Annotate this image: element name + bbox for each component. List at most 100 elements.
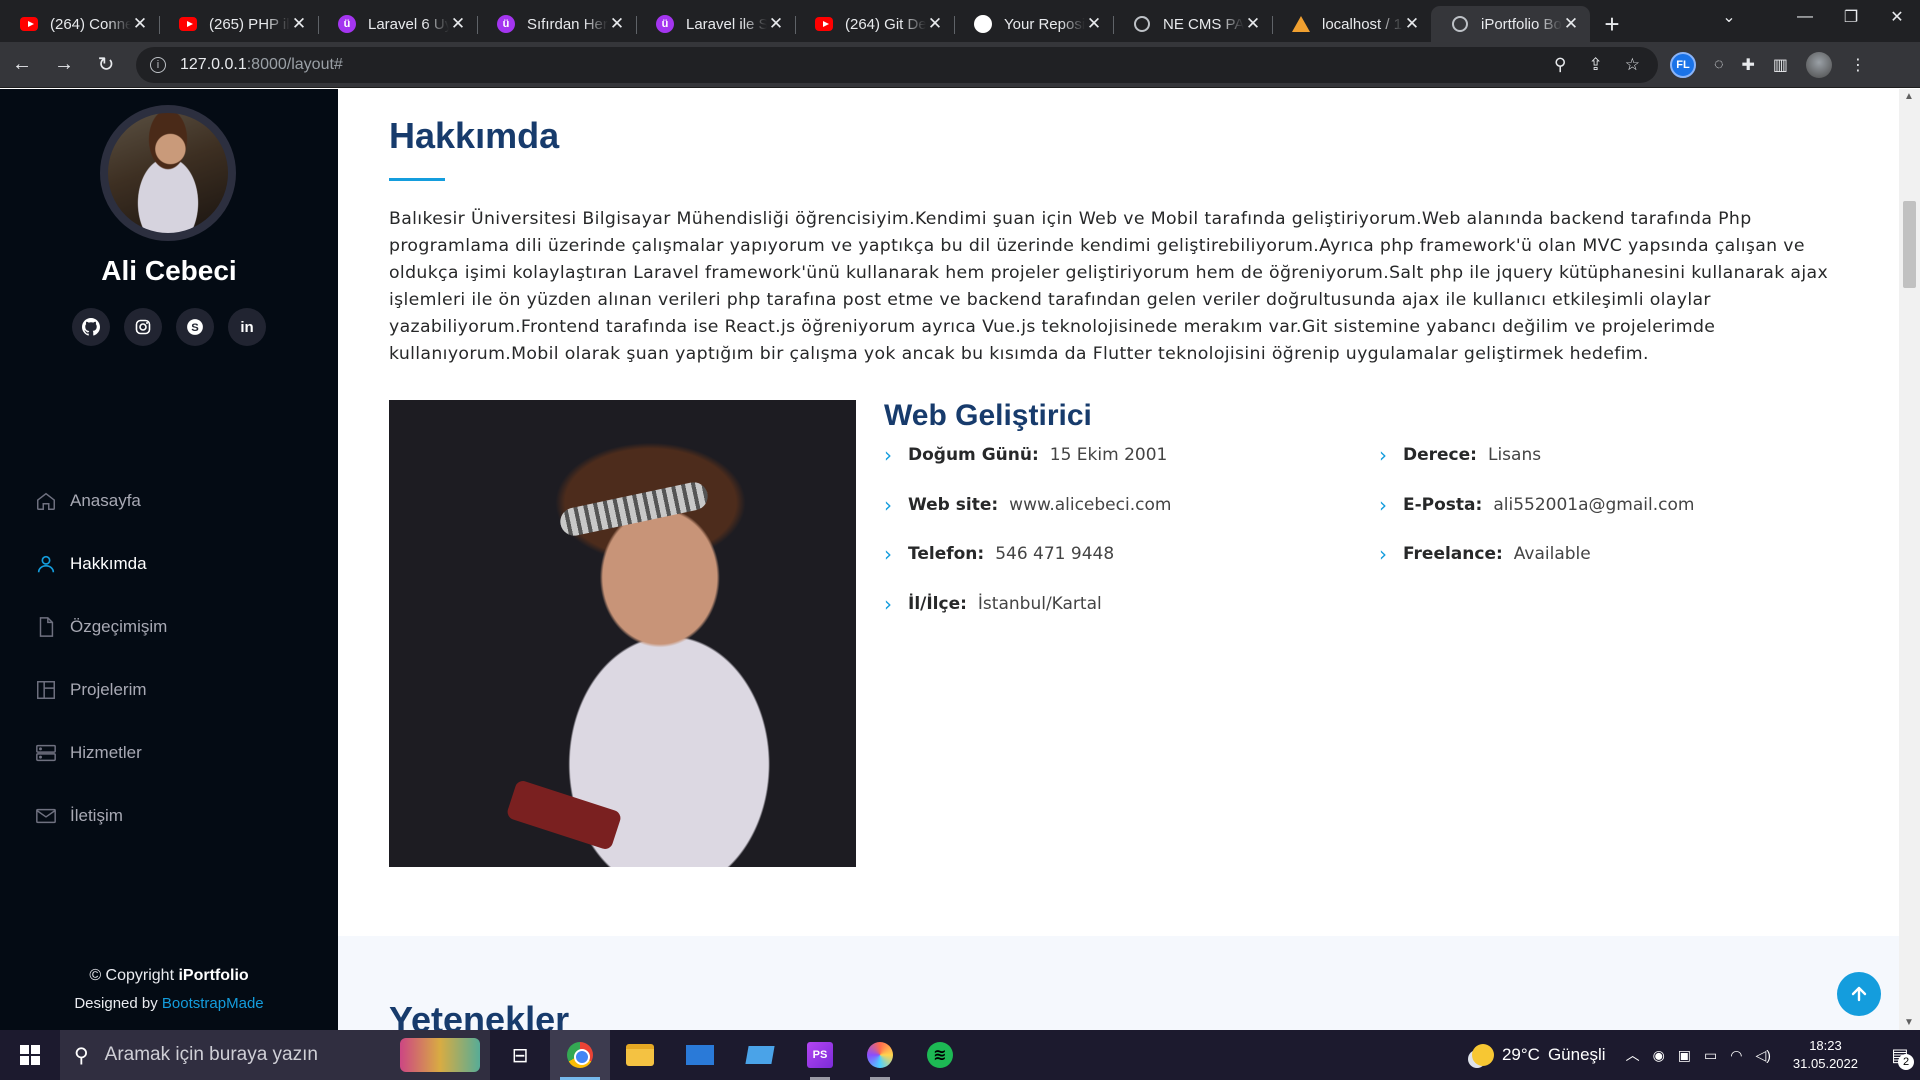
browser-tab[interactable]: (264) Git Dersleri✕ — [795, 6, 954, 42]
nav-item-iletisim[interactable]: İletişim — [34, 784, 167, 847]
browser-tab[interactable]: localhost / 127✕ — [1272, 6, 1431, 42]
taskbar-spotify[interactable]: ≋ — [910, 1030, 970, 1080]
paint-icon — [867, 1042, 893, 1068]
close-tab-icon[interactable]: ✕ — [767, 14, 785, 34]
close-tab-icon[interactable]: ✕ — [1562, 14, 1580, 34]
browser-tab[interactable]: Your Repositories✕ — [954, 6, 1113, 42]
globe-icon — [1133, 15, 1151, 33]
taskbar-this-pc[interactable] — [730, 1030, 790, 1080]
volume-icon[interactable]: ◁) — [1755, 1047, 1770, 1064]
chevron-right-icon: › — [1379, 542, 1387, 566]
close-window-button[interactable]: ✕ — [1874, 0, 1920, 34]
taskbar-phpstorm[interactable]: PS — [790, 1030, 850, 1080]
back-button[interactable]: ← — [2, 45, 42, 85]
profile-photo — [100, 105, 236, 241]
scrollbar-thumb[interactable] — [1903, 201, 1916, 288]
info-birthday: › Doğum Günü: 15 Ekim 2001 — [884, 443, 1168, 467]
share-icon[interactable]: ⇪ — [1589, 55, 1603, 75]
close-tab-icon[interactable]: ✕ — [1403, 14, 1421, 34]
site-info-icon[interactable]: i — [150, 57, 166, 73]
maximize-button[interactable]: ❐ — [1828, 0, 1874, 34]
scroll-up-arrow-icon[interactable]: ▲ — [1904, 91, 1914, 102]
main-content: Hakkımda Balıkesir Üniversitesi Bilgisay… — [338, 89, 1899, 1030]
close-tab-icon[interactable]: ✕ — [1244, 14, 1262, 34]
close-tab-icon[interactable]: ✕ — [608, 14, 626, 34]
page-scrollbar[interactable]: ▲ ▼ — [1899, 89, 1920, 1030]
phpmyadmin-icon — [1292, 15, 1310, 33]
extension-icon[interactable]: ◌ — [1714, 56, 1724, 74]
nav-item-hizmetler[interactable]: Hizmetler — [34, 721, 167, 784]
nav-item-ozgecmisim[interactable]: Özgeçimişim — [34, 595, 167, 658]
browser-tab[interactable]: (265) PHP ile ✕ — [159, 6, 318, 42]
chevron-up-icon[interactable]: ︿ — [1626, 1045, 1640, 1065]
browser-tab[interactable]: üLaravel ile Sıfırdan✕ — [636, 6, 795, 42]
system-tray: 29°C Güneşli ︿ ◉ ▣ ▭ ◠ ◁) 18:23 31.05.20… — [1471, 1030, 1920, 1080]
info-email: › E-Posta: ali552001a@gmail.com — [1379, 492, 1695, 517]
nav-item-hakkimda[interactable]: Hakkımda — [34, 532, 167, 595]
wifi-icon[interactable]: ◠ — [1730, 1047, 1742, 1064]
taskbar-paint[interactable] — [850, 1030, 910, 1080]
about-paragraph: Balıkesir Üniversitesi Bilgisayar Mühend… — [389, 209, 1829, 364]
chrome-icon — [567, 1042, 593, 1068]
taskbar-mail[interactable] — [670, 1030, 730, 1080]
close-tab-icon[interactable]: ✕ — [290, 14, 308, 34]
personal-info: › Doğum Günü: 15 Ekim 2001 › Derece: Lisans … — [884, 443, 1814, 643]
side-panel-icon[interactable]: ▥ — [1773, 55, 1788, 75]
bootstrapmade-link[interactable]: BootstrapMade — [162, 995, 264, 1012]
info-degree: › Derece: Lisans — [1379, 443, 1542, 467]
profile-avatar[interactable] — [1806, 52, 1833, 78]
taskbar-file-explorer[interactable] — [610, 1030, 670, 1080]
server-icon — [34, 741, 58, 765]
address-bar[interactable]: i 127.0.0.1:8000/layout# ⚲ ⇪ ☆ — [136, 47, 1658, 83]
close-tab-icon[interactable]: ✕ — [131, 14, 149, 34]
forward-button[interactable]: → — [44, 45, 84, 85]
back-to-top-button[interactable] — [1837, 972, 1881, 1016]
skype-icon[interactable]: S — [176, 308, 214, 346]
close-tab-icon[interactable]: ✕ — [926, 14, 944, 34]
window-controls: ⌄ — ❐ ✕ — [1706, 0, 1920, 34]
battery-icon[interactable]: ▭ — [1704, 1047, 1717, 1064]
menu-kebab-icon[interactable]: ⋮ — [1850, 55, 1866, 75]
tab-search-icon[interactable]: ⌄ — [1706, 0, 1752, 34]
linkedin-icon[interactable]: in — [228, 308, 266, 346]
browser-tab[interactable]: NE CMS PANEL✕ — [1113, 6, 1272, 42]
bookmark-star-icon[interactable]: ☆ — [1625, 55, 1640, 75]
profile-image — [389, 400, 856, 867]
zoom-icon[interactable]: ⚲ — [1554, 55, 1566, 75]
close-tab-icon[interactable]: ✕ — [449, 14, 467, 34]
taskbar-search[interactable]: ⚲ Aramak için buraya yazın — [60, 1030, 490, 1080]
info-website: › Web site: www.alicebeci.com — [884, 492, 1172, 517]
new-tab-button[interactable]: + — [1590, 6, 1634, 42]
clock[interactable]: 18:23 31.05.2022 — [1793, 1037, 1858, 1073]
extension-fl-icon[interactable]: FL — [1670, 52, 1696, 78]
github-icon[interactable] — [72, 308, 110, 346]
chevron-right-icon: › — [884, 443, 892, 467]
scroll-down-arrow-icon[interactable]: ▼ — [1904, 1017, 1914, 1028]
extensions-puzzle-icon[interactable]: ✚ — [1742, 55, 1755, 75]
browser-tab[interactable]: (264) Connect✕ — [0, 6, 159, 42]
discord-icon[interactable]: ◉ — [1653, 1047, 1665, 1064]
skills-section-title: Yetenekler — [389, 999, 570, 1030]
windows-logo-icon — [20, 1045, 40, 1065]
weather-widget[interactable]: 29°C Güneşli — [1471, 1044, 1606, 1066]
title-underline — [389, 178, 445, 181]
browser-tab[interactable]: üLaravel 6 Uygulama✕ — [318, 6, 477, 42]
task-view-button[interactable]: ⊟ — [490, 1030, 550, 1080]
nav-item-projelerim[interactable]: Projelerim — [34, 658, 167, 721]
reload-button[interactable]: ↻ — [86, 45, 126, 85]
start-button[interactable] — [0, 1030, 60, 1080]
spotify-icon: ≋ — [927, 1042, 953, 1068]
globe-icon — [1451, 15, 1469, 33]
minimize-button[interactable]: — — [1782, 0, 1828, 34]
nav-menu: Anasayfa Hakkımda Özgeçimişim Projelerim… — [34, 469, 167, 847]
nav-item-anasayfa[interactable]: Anasayfa — [34, 469, 167, 532]
instagram-icon[interactable] — [124, 308, 162, 346]
taskbar-chrome[interactable] — [550, 1030, 610, 1080]
meet-now-icon[interactable]: ▣ — [1678, 1047, 1691, 1064]
file-icon — [34, 615, 58, 639]
notification-center-button[interactable]: ▤ 2 — [1880, 1030, 1920, 1080]
browser-tab-active[interactable]: iPortfolio Bootstrap✕ — [1431, 6, 1590, 42]
mail-icon — [686, 1045, 714, 1065]
close-tab-icon[interactable]: ✕ — [1085, 14, 1103, 34]
browser-tab[interactable]: ü Sıfırdan Her ✕ — [477, 6, 636, 42]
